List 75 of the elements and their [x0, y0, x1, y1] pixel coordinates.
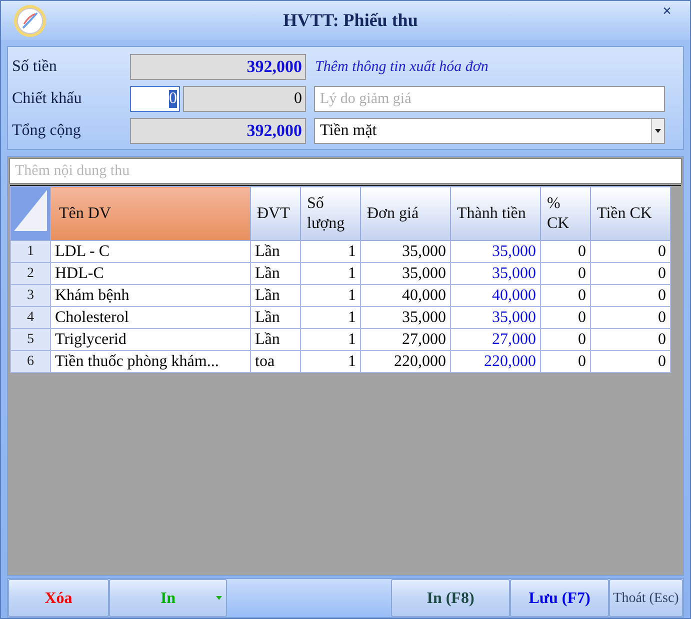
column-header[interactable]: % CK [540, 186, 590, 241]
table-cell: 0 [590, 240, 670, 263]
field-label: Số tiền [12, 58, 58, 76]
table-cell: 35,000 [360, 306, 450, 329]
table-cell: 1 [300, 262, 360, 285]
table-cell: 27,000 [360, 328, 450, 351]
column-header[interactable]: ĐVT [250, 186, 300, 241]
table-cell: 220,000 [360, 350, 450, 373]
table-cell: HDL-C [50, 262, 250, 285]
table-cell: Tiền thuốc phòng khám... [50, 350, 250, 373]
table-cell: Lần [250, 262, 300, 285]
row-number[interactable]: 5 [10, 328, 50, 351]
row-number[interactable]: 1 [10, 240, 50, 263]
table-cell: Triglycerid [50, 328, 250, 351]
amount-field: 392,000 [130, 54, 306, 80]
table-cell: Lần [250, 240, 300, 263]
table-cell: 0 [590, 328, 670, 351]
column-header[interactable]: Tiền CK [590, 186, 670, 241]
row-number[interactable]: 2 [10, 262, 50, 285]
row-number[interactable]: 6 [10, 350, 50, 373]
column-header[interactable]: Số lượng [300, 186, 360, 241]
window-title: HVTT: Phiếu thu [282, 10, 419, 32]
table-cell: 220,000 [450, 350, 540, 373]
table-cell: 1 [300, 284, 360, 307]
discount-percent-field[interactable]: 0 [130, 86, 180, 112]
table-cell: 0 [590, 284, 670, 307]
table-cell: Lần [250, 328, 300, 351]
table-cell: 0 [540, 350, 590, 373]
table-cell: 40,000 [360, 284, 450, 307]
table-cell: 1 [300, 240, 360, 263]
payment-method-dropdown[interactable]: Tiền mặt [314, 118, 665, 144]
invoice-info-link[interactable]: Thêm thông tin xuất hóa đơn [315, 58, 488, 76]
table-cell: 0 [540, 262, 590, 285]
total-field: 392,000 [130, 118, 306, 144]
table-cell: 0 [540, 306, 590, 329]
table-cell: Lần [250, 306, 300, 329]
caret-icon [216, 596, 222, 600]
row-number[interactable]: 4 [10, 306, 50, 329]
table-cell: toa [250, 350, 300, 373]
table-cell: 0 [540, 328, 590, 351]
table-cell: 35,000 [360, 262, 450, 285]
field-label: Tổng cộng [12, 122, 82, 140]
content-field[interactable]: Thêm nội dung thu [9, 158, 682, 184]
column-header[interactable]: Thành tiền [450, 186, 540, 241]
table-cell: 35,000 [450, 306, 540, 329]
table-cell: 1 [300, 328, 360, 351]
app-logo-icon[interactable] [13, 4, 47, 38]
close-button[interactable]: × [654, 3, 680, 21]
action-button[interactable]: Lưu (F7) [510, 579, 609, 617]
table-cell: 35,000 [450, 240, 540, 263]
row-number[interactable]: 3 [10, 284, 50, 307]
table-cell: 35,000 [450, 262, 540, 285]
table-cell: Lần [250, 284, 300, 307]
table-cell: 0 [590, 350, 670, 373]
action-button[interactable]: In (F8) [391, 579, 510, 617]
table-cell: Cholesterol [50, 306, 250, 329]
exit-button[interactable]: Thoát (Esc) [609, 579, 683, 617]
discount-reason-field[interactable]: Lý do giảm giá [314, 86, 665, 112]
table-cell: 0 [590, 306, 670, 329]
table-cell: LDL - C [50, 240, 250, 263]
dropdown-arrow-icon [655, 129, 661, 134]
select-all-corner[interactable] [10, 186, 50, 241]
table-cell: 0 [540, 284, 590, 307]
table-cell: Khám bệnh [50, 284, 250, 307]
table-cell: 27,000 [450, 328, 540, 351]
column-header[interactable]: Tên DV [50, 186, 250, 241]
field-label: Chiết khấu [12, 90, 83, 108]
table-cell: 35,000 [360, 240, 450, 263]
table-cell: 1 [300, 350, 360, 373]
table-cell: 0 [540, 240, 590, 263]
table-cell: 0 [590, 262, 670, 285]
table-cell: 1 [300, 306, 360, 329]
table-cell: 40,000 [450, 284, 540, 307]
column-header[interactable]: Đơn giá [360, 186, 450, 241]
discount-amount-field: 0 [183, 86, 306, 112]
